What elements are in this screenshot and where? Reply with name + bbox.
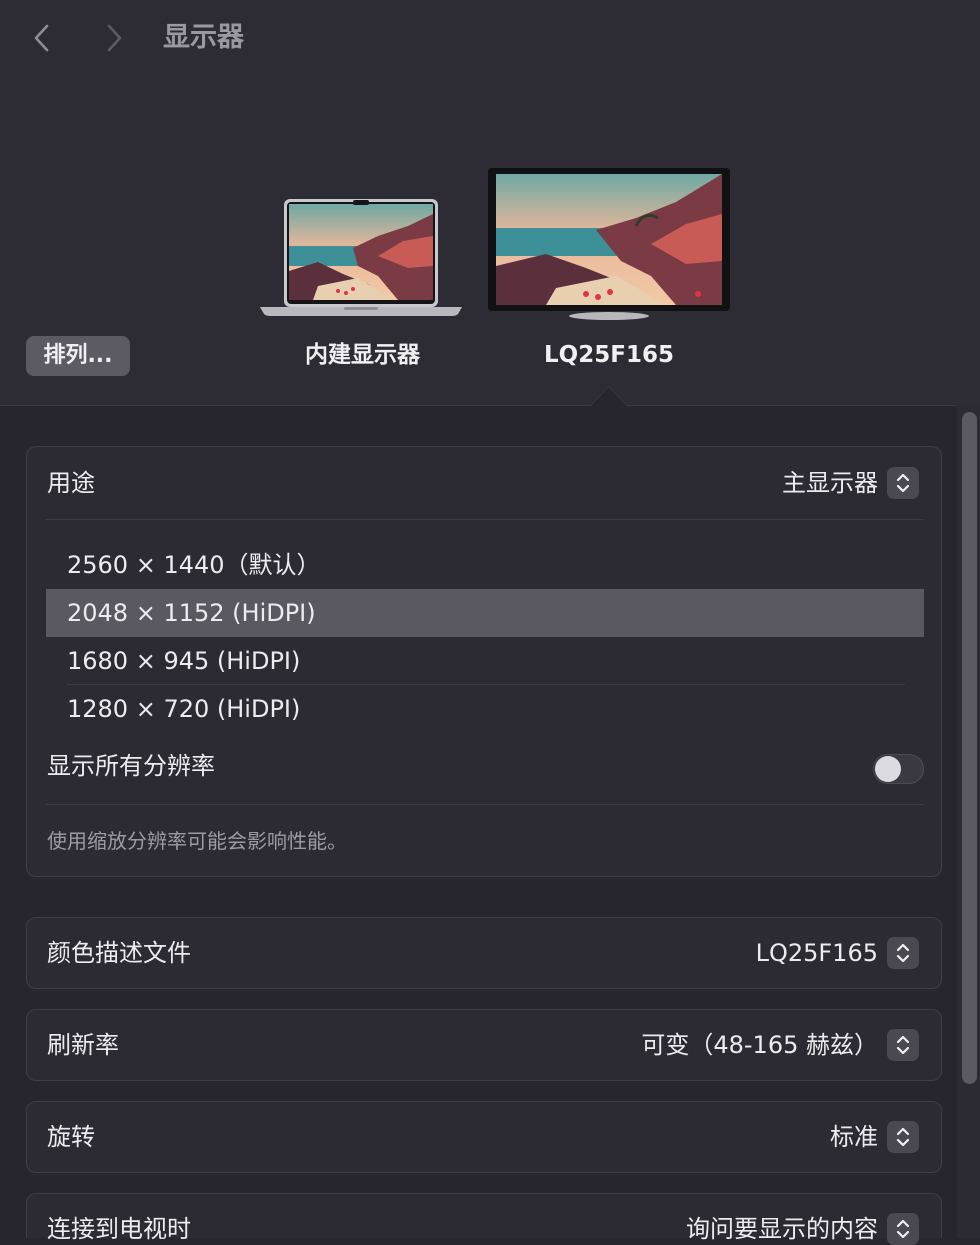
scrollbar-thumb[interactable]: [962, 412, 977, 1084]
resolution-option[interactable]: 1280 × 720 (HiDPI): [46, 685, 924, 733]
rotation-row: 旋转 标准: [26, 1101, 942, 1173]
tv-connect-label: 连接到电视时: [47, 1215, 191, 1243]
resolution-option-selected[interactable]: 2048 × 1152 (HiDPI): [46, 589, 924, 637]
usage-label: 用途: [47, 469, 95, 497]
chevron-right-icon: [107, 24, 122, 52]
up-down-chevron-icon: [887, 467, 919, 499]
show-all-resolutions-label: 显示所有分辨率: [47, 752, 215, 780]
usage-value: 主显示器: [782, 469, 878, 497]
selection-pointer: [591, 387, 627, 406]
monitor-icon: [488, 168, 730, 320]
refresh-rate-label: 刷新率: [47, 1031, 119, 1059]
rotation-popup[interactable]: 标准: [830, 1121, 919, 1153]
divider: [46, 519, 924, 520]
usage-popup[interactable]: 主显示器: [782, 467, 919, 499]
back-button[interactable]: [24, 20, 60, 56]
color-profile-value: LQ25F165: [755, 939, 878, 967]
refresh-rate-value: 可变（48-165 赫兹）: [641, 1031, 878, 1059]
show-all-resolutions-toggle[interactable]: [873, 754, 924, 784]
color-profile-popup[interactable]: LQ25F165: [756, 937, 919, 969]
tv-connect-popup[interactable]: 询问要显示的内容: [686, 1213, 919, 1245]
forward-button[interactable]: [96, 20, 132, 56]
external-display-thumbnail[interactable]: [486, 166, 732, 322]
tv-connect-value: 询问要显示的内容: [686, 1215, 878, 1243]
tv-connect-row: 连接到电视时 询问要显示的内容: [26, 1193, 942, 1245]
external-display-label[interactable]: LQ25F165: [520, 340, 698, 370]
up-down-chevron-icon: [887, 1213, 919, 1245]
refresh-rate-popup[interactable]: 可变（48-165 赫兹）: [641, 1029, 919, 1061]
up-down-chevron-icon: [887, 1029, 919, 1061]
builtin-display-thumbnail[interactable]: [258, 196, 464, 320]
color-profile-row: 颜色描述文件 LQ25F165: [26, 917, 942, 989]
refresh-rate-row: 刷新率 可变（48-165 赫兹）: [26, 1009, 942, 1081]
window-title: 显示器: [163, 22, 244, 53]
resolution-option[interactable]: 1680 × 945 (HiDPI): [46, 637, 924, 685]
builtin-display-label[interactable]: 内建显示器: [280, 340, 445, 370]
resolution-settings-card: 用途 主显示器 2560 × 1440（默认） 2048 × 1152 (HiD…: [26, 446, 942, 877]
up-down-chevron-icon: [887, 937, 919, 969]
scaling-note: 使用缩放分辨率可能会影响性能。: [47, 829, 347, 853]
chevron-left-icon: [34, 24, 49, 52]
arrange-button[interactable]: 排列...: [26, 336, 130, 376]
laptop-icon: [260, 199, 462, 316]
up-down-chevron-icon: [887, 1121, 919, 1153]
rotation-value: 标准: [830, 1123, 878, 1151]
display-arrangement-area: 显示器 排列... 内建显示器 LQ25F165: [0, 0, 980, 406]
rotation-label: 旋转: [47, 1123, 95, 1151]
toggle-knob: [875, 756, 901, 782]
color-profile-label: 颜色描述文件: [47, 939, 191, 967]
divider: [46, 804, 924, 805]
resolution-option[interactable]: 2560 × 1440（默认）: [46, 541, 924, 589]
